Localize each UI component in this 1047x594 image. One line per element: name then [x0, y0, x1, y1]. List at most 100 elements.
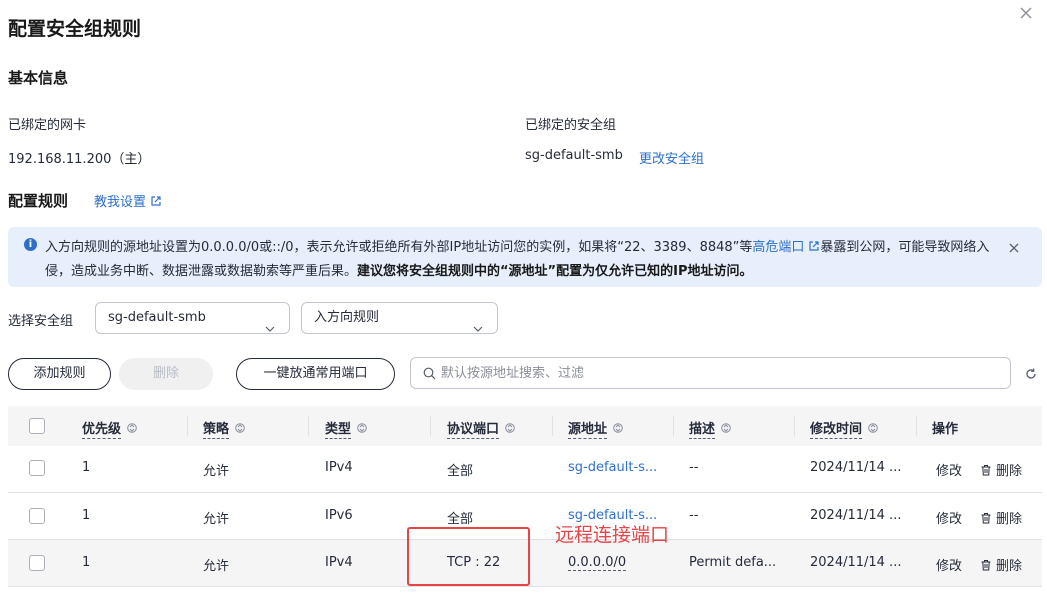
dialog-title: 配置安全组规则 [8, 18, 142, 40]
column-divider [552, 416, 553, 436]
external-link-icon [808, 237, 820, 251]
trash-icon [980, 559, 992, 571]
row-delete-label: 删除 [996, 464, 1023, 479]
row-delete-button[interactable]: 删除 [980, 460, 1022, 479]
sort-icon[interactable] [357, 422, 367, 434]
cell-source-link[interactable]: sg-default-s... [568, 460, 657, 475]
sg-value: sg-default-smb [525, 148, 623, 163]
sort-icon[interactable] [721, 422, 731, 434]
header-modified-time[interactable]: 修改时间 [810, 418, 878, 439]
header-source-label: 源地址 [568, 422, 608, 439]
cell-priority: 1 [82, 508, 91, 523]
search-icon [423, 367, 436, 380]
table-header [8, 406, 1042, 446]
cell-type: IPv4 [325, 555, 353, 570]
highlight-box [407, 527, 530, 586]
cell-priority: 1 [82, 460, 91, 475]
trash-icon [980, 512, 992, 524]
annotation-label: 远程连接端口 [555, 524, 670, 546]
teach-me-label: 教我设置 [94, 195, 147, 210]
change-sg-link[interactable]: 更改安全组 [639, 148, 704, 167]
direction-select-value: 入方向规则 [314, 310, 380, 325]
close-dialog-icon[interactable] [1017, 4, 1035, 22]
cell-modified-time: 2024/11/14 ... [810, 508, 902, 523]
add-rule-button[interactable]: 添加规则 [8, 358, 111, 390]
row-delete-button[interactable]: 删除 [980, 555, 1022, 574]
search-box[interactable] [410, 357, 1011, 389]
cell-priority: 1 [82, 555, 91, 570]
header-actions: 操作 [932, 422, 959, 437]
cell-description: Permit defa... [689, 555, 777, 570]
nic-label: 已绑定的网卡 [8, 118, 87, 133]
column-divider [673, 416, 674, 436]
cell-description: -- [689, 460, 699, 475]
chevron-down-icon [473, 315, 483, 332]
edit-button[interactable]: 修改 [936, 460, 962, 479]
rules-section-title: 配置规则 [8, 192, 69, 210]
column-divider [794, 416, 795, 436]
cell-policy: 允许 [203, 464, 230, 479]
alert-text-before: 入方向规则的源地址设置为0.0.0.0/0或::/0，表示允许或拒绝所有外部IP… [45, 240, 753, 255]
row-checkbox[interactable] [29, 508, 45, 524]
header-priority[interactable]: 优先级 [82, 418, 137, 439]
column-divider [187, 416, 188, 436]
cell-modified-time: 2024/11/14 ... [810, 460, 902, 475]
sg-select-value: sg-default-smb [108, 310, 206, 325]
sg-label: 已绑定的安全组 [525, 118, 617, 133]
sg-select[interactable]: sg-default-smb [95, 302, 290, 334]
alert-bold-advice: 建议您将安全组规则中的“源地址”配置为仅允许已知的IP地址访问。 [357, 264, 753, 279]
cell-protocol-port: 全部 [447, 464, 474, 479]
cell-policy: 允许 [203, 512, 230, 527]
row-checkbox[interactable] [29, 555, 45, 571]
high-risk-port-label: 高危端口 [752, 240, 805, 255]
cell-type: IPv6 [325, 508, 353, 523]
sort-icon[interactable] [235, 422, 245, 434]
direction-select[interactable]: 入方向规则 [301, 302, 498, 334]
header-protocol-port-label: 协议端口 [447, 422, 500, 439]
select-all-checkbox[interactable] [29, 418, 45, 434]
sort-icon[interactable] [613, 422, 623, 434]
open-common-ports-button[interactable]: 一键放通常用端口 [236, 358, 395, 390]
row-delete-label: 删除 [996, 512, 1023, 527]
alert-close-icon[interactable] [1008, 242, 1020, 254]
search-input[interactable] [441, 358, 1001, 388]
cell-description: -- [689, 508, 699, 523]
sort-icon[interactable] [868, 422, 878, 434]
cell-source-value: 0.0.0.0/0 [568, 555, 627, 571]
header-type-label: 类型 [325, 422, 352, 439]
row-delete-label: 删除 [996, 559, 1023, 574]
header-source[interactable]: 源地址 [568, 418, 623, 439]
teach-me-link[interactable]: 教我设置 [94, 191, 162, 210]
cell-policy: 允许 [203, 559, 230, 574]
select-sg-label: 选择安全组 [8, 314, 74, 329]
header-description-label: 描述 [689, 422, 716, 439]
info-icon: i [24, 238, 37, 251]
basic-info-title: 基本信息 [8, 69, 69, 87]
cell-source: 0.0.0.0/0 [568, 555, 627, 571]
column-divider [916, 416, 917, 436]
trash-icon [980, 464, 992, 476]
edit-button[interactable]: 修改 [936, 555, 962, 574]
row-checkbox[interactable] [29, 460, 45, 476]
delete-button[interactable]: 删除 [119, 358, 213, 390]
column-divider [430, 416, 431, 436]
header-priority-label: 优先级 [82, 422, 122, 439]
column-divider [308, 416, 309, 436]
chevron-down-icon [265, 315, 275, 332]
row-delete-button[interactable]: 删除 [980, 508, 1022, 527]
alert-message: 入方向规则的源地址设置为0.0.0.0/0或::/0，表示允许或拒绝所有外部IP… [45, 236, 995, 284]
header-protocol-port[interactable]: 协议端口 [447, 418, 515, 439]
cell-modified-time: 2024/11/14 ... [810, 555, 902, 570]
sort-icon[interactable] [127, 422, 137, 434]
header-modified-time-label: 修改时间 [810, 422, 863, 439]
header-policy-label: 策略 [203, 422, 230, 439]
refresh-icon[interactable] [1024, 367, 1038, 381]
edit-button[interactable]: 修改 [936, 508, 962, 527]
sort-icon[interactable] [505, 422, 515, 434]
nic-value: 192.168.11.200（主） [8, 152, 151, 167]
header-type[interactable]: 类型 [325, 418, 367, 439]
header-policy[interactable]: 策略 [203, 418, 245, 439]
header-description[interactable]: 描述 [689, 418, 731, 439]
cell-protocol-port: 全部 [447, 512, 474, 527]
high-risk-port-link[interactable]: 高危端口 [752, 240, 820, 255]
